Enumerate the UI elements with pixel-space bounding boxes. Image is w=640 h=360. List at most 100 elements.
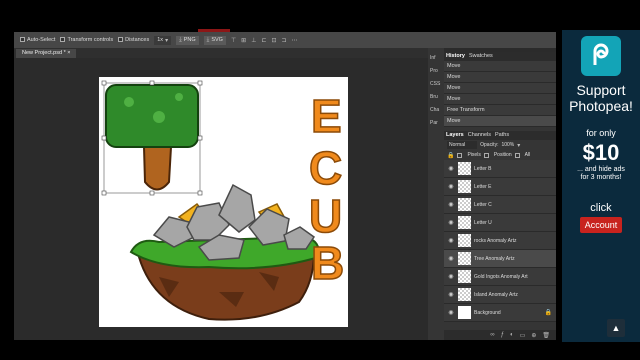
layer-row[interactable]: ◉ Letter E [444, 178, 556, 196]
align-bottom-icon[interactable]: ⊥ [251, 37, 256, 44]
eye-icon[interactable]: ◉ [444, 309, 458, 316]
photopea-app: Auto-Select Transform controls Distances… [14, 32, 556, 340]
link-icon[interactable]: ∞ [490, 332, 494, 338]
layer-thumbnail [458, 198, 471, 211]
distances-label: Distances [125, 37, 150, 43]
mask-icon[interactable]: ◐ [510, 332, 514, 338]
layer-name: rocks Anomaly Artz [474, 237, 517, 244]
character-panel-tab[interactable]: Cha [430, 107, 442, 113]
layer-row[interactable]: ◉ Letter B [444, 160, 556, 178]
history-item[interactable]: Free Transform [444, 105, 556, 116]
tab-channels[interactable]: Channels [468, 131, 491, 140]
options-toolbar: Auto-Select Transform controls Distances… [14, 32, 556, 48]
auto-select-checkbox[interactable] [20, 37, 25, 43]
eye-icon[interactable]: ◉ [444, 201, 458, 208]
letter-u: U [309, 190, 342, 242]
history-item[interactable]: Move [444, 83, 556, 94]
auto-select-label: Auto-Select [27, 37, 56, 43]
tab-history[interactable]: History [446, 52, 465, 61]
blend-mode-select[interactable]: Normal [447, 141, 478, 149]
align-top-icon[interactable]: ⊤ [231, 37, 236, 44]
eye-icon[interactable]: ◉ [444, 219, 458, 226]
scroll-top-button[interactable]: ▲ [607, 319, 625, 337]
history-item-current[interactable]: Move [444, 116, 556, 127]
info-panel-tab[interactable]: Inf [430, 55, 442, 61]
folder-icon[interactable]: ▭ [520, 332, 526, 339]
letter-c: C [309, 142, 342, 194]
lock-pixels-checkbox[interactable] [457, 152, 463, 158]
tree-artwork [105, 84, 199, 191]
distribute-icon[interactable]: ⋯ [292, 37, 298, 44]
download-icon: ⤓ [206, 36, 210, 43]
ad-for-only: for only [586, 128, 616, 138]
zoom-select[interactable]: 1x ▾ [154, 35, 172, 45]
history-item[interactable]: Move [444, 72, 556, 83]
lock-icon: 🔒 [447, 152, 455, 159]
layer-row[interactable]: ◉ Letter C [444, 196, 556, 214]
align-right-icon[interactable]: ⊐ [282, 37, 287, 44]
new-layer-icon[interactable]: ⊕ [531, 332, 536, 339]
align-left-icon[interactable]: ⊏ [261, 37, 266, 44]
layer-row[interactable]: ◉ Gold Ingots Anomaly Art [444, 268, 556, 286]
layer-thumbnail [458, 234, 471, 247]
layer-thumbnail [458, 270, 471, 283]
history-item[interactable]: Move [444, 94, 556, 105]
trash-icon[interactable]: 🗑 [542, 332, 550, 339]
layer-name: Background [474, 309, 501, 316]
eye-icon[interactable]: ◉ [444, 291, 458, 298]
layer-name: Gold Ingots Anomaly Art [474, 273, 528, 280]
lock-position-checkbox[interactable] [483, 152, 489, 158]
layer-row[interactable]: ◉ rocks Anomaly Artz [444, 232, 556, 250]
layer-name: Letter U [474, 219, 492, 226]
lock-all-checkbox[interactable] [514, 152, 520, 158]
brush-panel-tab[interactable]: Bru [430, 94, 442, 100]
auto-select-option[interactable]: Auto-Select [20, 37, 55, 43]
document-tabbar: New Project.psd * × [14, 48, 428, 58]
tab-swatches[interactable]: Swatches [469, 52, 493, 61]
blend-row: Normal Opacity: 100% ▾ [444, 140, 556, 150]
transform-controls-option[interactable]: Transform controls [60, 37, 113, 43]
align-center-icon[interactable]: ⊡ [271, 37, 276, 44]
css-panel-tab[interactable]: CSS [430, 81, 442, 87]
ad-click-text: click [590, 202, 612, 214]
export-png-button[interactable]: ⤓ PNG [176, 35, 199, 45]
eye-icon[interactable]: ◉ [444, 183, 458, 190]
layer-thumbnail [458, 288, 471, 301]
eye-icon[interactable]: ◉ [444, 255, 458, 262]
history-list: Move Move Move Move Free Transform Move [444, 61, 556, 127]
tab-paths[interactable]: Paths [495, 131, 509, 140]
chevron-down-icon[interactable]: ▾ [517, 142, 520, 149]
document-tab[interactable]: New Project.psd * × [16, 49, 77, 58]
ad-banner[interactable]: Support Photopea! for only $10 ... and h… [562, 30, 640, 342]
transform-controls-checkbox[interactable] [60, 37, 66, 43]
align-middle-icon[interactable]: ⊞ [241, 37, 246, 44]
history-item[interactable]: Move [444, 61, 556, 72]
layer-thumbnail [458, 252, 471, 265]
effects-icon[interactable]: ƒ [501, 332, 504, 338]
tab-layers[interactable]: Layers [446, 131, 464, 140]
distances-checkbox[interactable] [118, 37, 124, 43]
lock-icon: 🔒 [544, 310, 552, 316]
eye-icon[interactable]: ◉ [444, 273, 458, 280]
ad-headline-2: Photopea! [569, 98, 633, 114]
export-svg-button[interactable]: ⤓ SVG [203, 35, 226, 45]
eye-icon[interactable]: ◉ [444, 165, 458, 172]
paragraph-panel-tab[interactable]: Par [430, 120, 442, 126]
artwork-svg: E C U B [101, 80, 345, 321]
opacity-input[interactable]: 100% [501, 142, 514, 148]
account-button[interactable]: Account [579, 217, 623, 233]
layer-row-selected[interactable]: ◉ Tree Anomaly Artz [444, 250, 556, 268]
distances-option[interactable]: Distances [118, 37, 149, 43]
document-canvas[interactable]: E C U B [99, 77, 348, 327]
layers-tabs: Layers Channels Paths [444, 131, 556, 140]
collapsed-panels-strip: Inf Pro CSS Bru Cha Par [428, 48, 444, 340]
layer-row[interactable]: ◉ Letter U [444, 214, 556, 232]
layer-row[interactable]: ◉ Island Anomaly Artz [444, 286, 556, 304]
layer-name: Letter B [474, 165, 492, 172]
eye-icon[interactable]: ◉ [444, 237, 458, 244]
properties-panel-tab[interactable]: Pro [430, 68, 442, 74]
layer-row[interactable]: ◉ Background 🔒 [444, 304, 556, 322]
canvas-area[interactable]: E C U B [14, 58, 428, 340]
close-icon[interactable]: × [67, 50, 70, 56]
zoom-value: 1x [157, 37, 164, 43]
